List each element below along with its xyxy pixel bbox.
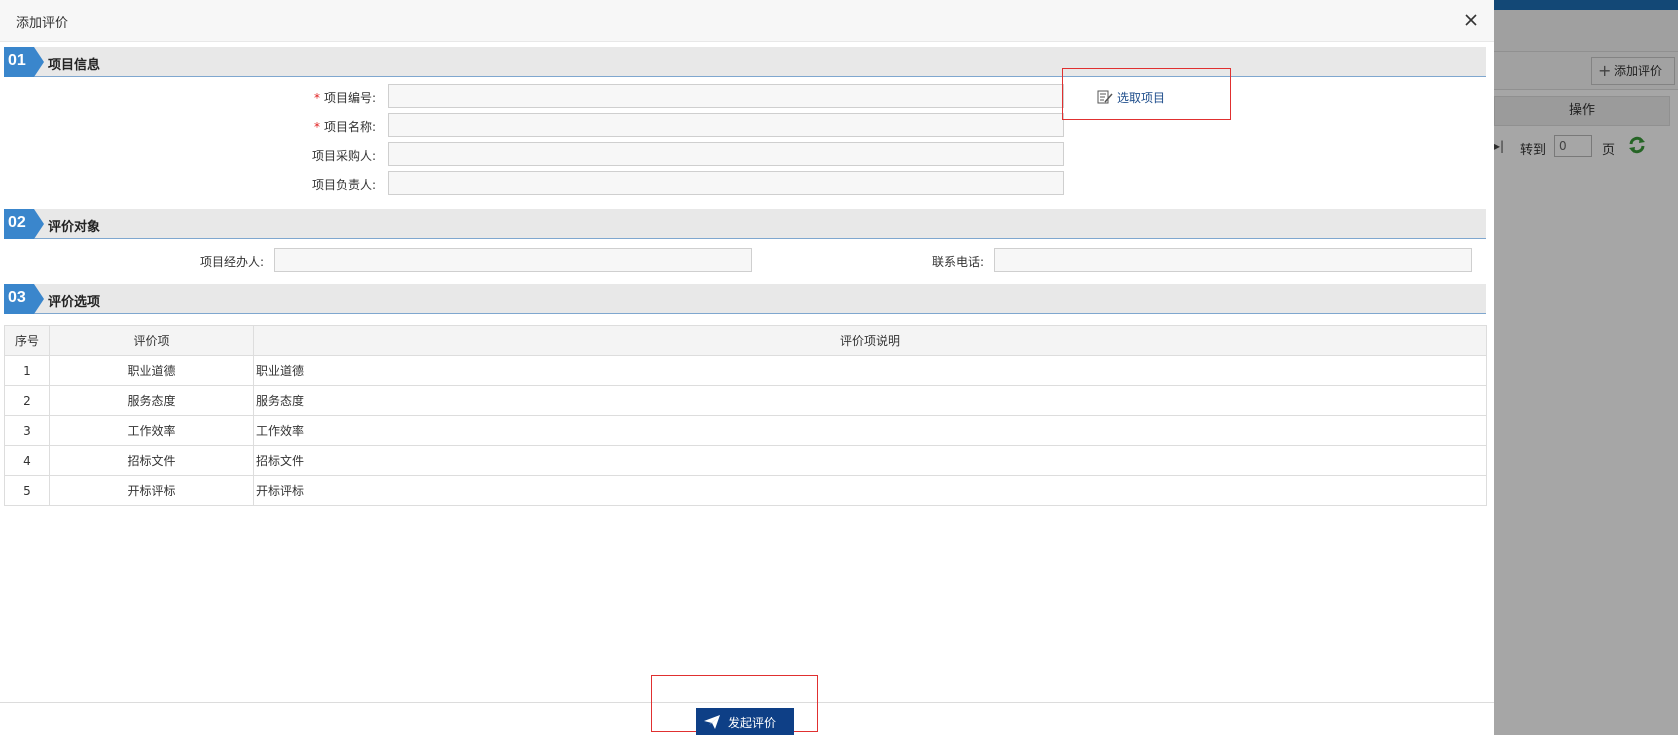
close-icon[interactable] — [1460, 9, 1482, 31]
project-code-label: * 项目编号: — [280, 89, 376, 106]
project-name-label: * 项目名称: — [280, 118, 376, 135]
section-number: 02 — [8, 214, 26, 231]
table-row[interactable]: 2 服务态度 服务态度 — [4, 385, 1487, 416]
section-number-badge: 01 — [4, 47, 44, 77]
row-index: 1 — [4, 355, 50, 386]
required-mark: * — [313, 120, 320, 134]
column-header-item: 评价项 — [49, 325, 254, 356]
row-index: 2 — [4, 385, 50, 416]
section-title: 评价选项 — [48, 295, 101, 310]
row-item: 职业道德 — [49, 355, 254, 386]
project-name-label-text: 项目名称: — [323, 120, 376, 134]
table-row[interactable]: 5 开标评标 开标评标 — [4, 475, 1487, 506]
row-index: 5 — [4, 475, 50, 506]
project-code-field[interactable] — [388, 84, 1064, 108]
dialog-title: 添加评价 — [16, 16, 69, 31]
project-name-field[interactable] — [388, 113, 1064, 137]
section-number-badge: 03 — [4, 284, 44, 314]
section-title: 项目信息 — [48, 58, 101, 73]
row-item: 招标文件 — [49, 445, 254, 476]
row-description: 服务态度 — [253, 385, 1487, 416]
section-evaluation-target: 02 评价对象 — [4, 209, 1486, 239]
row-index: 4 — [4, 445, 50, 476]
dialog-header: 添加评价 — [0, 0, 1494, 42]
project-owner-field[interactable] — [388, 171, 1064, 195]
agent-label: 项目经办人: — [199, 255, 264, 269]
section-number: 03 — [8, 289, 26, 306]
submit-evaluation-button[interactable]: 发起评价 — [696, 708, 794, 735]
row-description: 工作效率 — [253, 415, 1487, 446]
row-item: 服务态度 — [49, 385, 254, 416]
phone-field[interactable] — [994, 248, 1472, 272]
row-description: 开标评标 — [253, 475, 1487, 506]
agent-field[interactable] — [274, 248, 752, 272]
table-row[interactable]: 1 职业道德 职业道德 — [4, 355, 1487, 386]
project-buyer-label: 项目采购人: — [311, 149, 376, 163]
column-header-description: 评价项说明 — [253, 325, 1487, 356]
row-item: 开标评标 — [49, 475, 254, 506]
modal-overlay[interactable] — [1494, 0, 1678, 735]
required-mark: * — [313, 91, 320, 105]
add-evaluation-dialog: 添加评价 01 项目信息 * 项目编号: * 项目名称: 项目采购人: 项目负责人:… — [0, 0, 1494, 735]
section-number: 01 — [8, 52, 26, 69]
project-owner-label: 项目负责人: — [311, 178, 376, 192]
table-row[interactable]: 4 招标文件 招标文件 — [4, 445, 1487, 476]
project-buyer-field[interactable] — [388, 142, 1064, 166]
evaluation-options-table: 序号 评价项 评价项说明 1 职业道德 职业道德 2 服务态度 服务态度 3 工… — [4, 325, 1487, 506]
row-index: 3 — [4, 415, 50, 446]
section-title: 评价对象 — [48, 220, 101, 235]
row-description: 招标文件 — [253, 445, 1487, 476]
table-header-row: 序号 评价项 评价项说明 — [4, 325, 1487, 356]
highlight-box — [1062, 68, 1231, 120]
paper-plane-icon — [704, 715, 720, 729]
row-item: 工作效率 — [49, 415, 254, 446]
column-header-index: 序号 — [4, 325, 50, 356]
row-description: 职业道德 — [253, 355, 1487, 386]
submit-evaluation-label: 发起评价 — [728, 716, 777, 730]
section-project-info: 01 项目信息 — [4, 47, 1486, 77]
section-evaluation-options: 03 评价选项 — [4, 284, 1486, 314]
project-code-label-text: 项目编号: — [323, 91, 376, 105]
section-number-badge: 02 — [4, 209, 44, 239]
phone-label: 联系电话: — [931, 255, 984, 269]
table-row[interactable]: 3 工作效率 工作效率 — [4, 415, 1487, 446]
